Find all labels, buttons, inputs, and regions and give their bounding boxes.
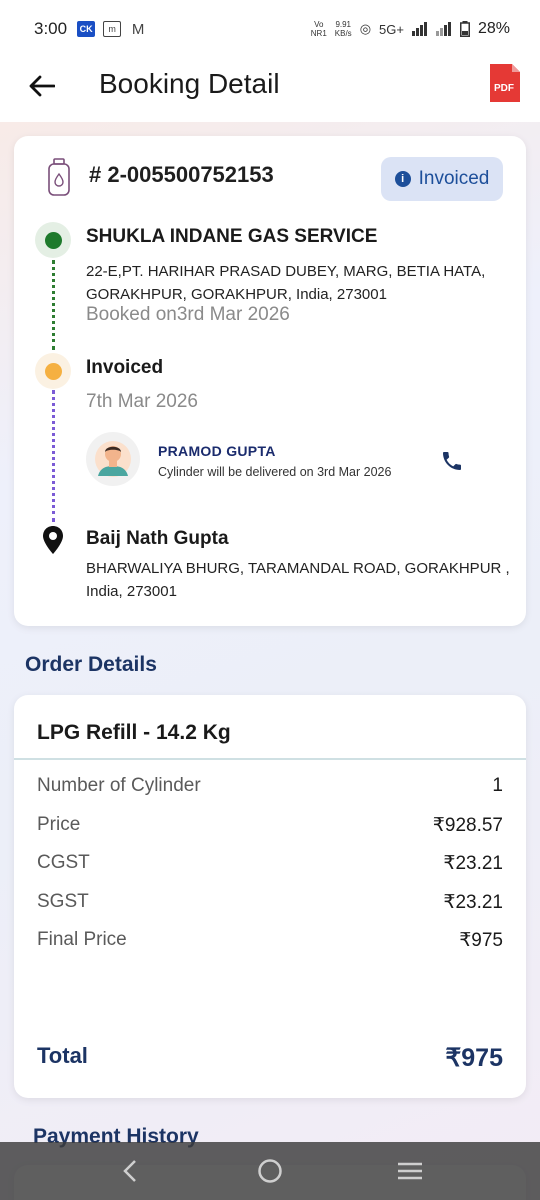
total-label: Total bbox=[37, 1043, 88, 1068]
arrow-left-icon bbox=[29, 75, 55, 97]
status-time: 3:00 bbox=[34, 19, 68, 38]
pdf-label: PDF bbox=[494, 83, 514, 94]
avatar bbox=[86, 432, 140, 486]
battery-icon bbox=[459, 21, 470, 37]
signal-2-icon bbox=[435, 22, 451, 36]
row-value: ₹928.57 bbox=[432, 815, 503, 836]
system-icons: Vo NR1 9.91 KB/s ◎ 5G+ 28% bbox=[311, 20, 510, 38]
row-label: CGST bbox=[37, 852, 90, 873]
app-header: Booking Detail PDF bbox=[0, 58, 540, 122]
order-row: SGST ₹23.21 bbox=[37, 891, 503, 914]
timeline-connector bbox=[52, 260, 55, 350]
nav-recents-button[interactable] bbox=[390, 1151, 430, 1191]
battery-percent: 28% bbox=[477, 20, 510, 37]
booking-card: # 2-005500752153 i Invoiced SHUKLA INDAN… bbox=[14, 136, 526, 626]
gmail-icon: M bbox=[131, 20, 145, 38]
volte-indicator: Vo NR1 bbox=[310, 20, 327, 38]
menu-lines-icon bbox=[398, 1162, 422, 1180]
status-label: Invoiced bbox=[418, 168, 490, 189]
row-value: ₹23.21 bbox=[443, 853, 503, 874]
nav-home-button[interactable] bbox=[250, 1151, 290, 1191]
distributor-name: SHUKLA INDANE GAS SERVICE bbox=[86, 226, 378, 247]
divider bbox=[14, 758, 526, 760]
booked-on-date: Booked on3rd Mar 2026 bbox=[86, 304, 290, 325]
network-type: 5G+ bbox=[379, 21, 404, 37]
order-details-title: Order Details bbox=[25, 653, 157, 676]
row-label: Number of Cylinder bbox=[37, 775, 201, 796]
nav-back-button[interactable] bbox=[110, 1151, 150, 1191]
order-card: LPG Refill - 14.2 Kg Number of Cylinder … bbox=[14, 695, 526, 1098]
ck-app-icon: CK bbox=[77, 21, 96, 37]
order-row: Price ₹928.57 bbox=[37, 814, 503, 837]
status-bar: 3:00 CK m M Vo NR1 9.91 KB/s ◎ 5G+ 28% bbox=[0, 0, 540, 58]
distributor-address: 22-E,PT. HARIHAR PRASAD DUBEY, MARG, BET… bbox=[86, 263, 486, 303]
back-button[interactable] bbox=[26, 70, 58, 102]
timeline-connector bbox=[52, 390, 55, 522]
row-label: Price bbox=[37, 814, 81, 835]
product-name: LPG Refill - 14.2 Kg bbox=[37, 721, 231, 744]
customer-address: BHARWALIYA BHURG, TARAMANDAL ROAD, GORAK… bbox=[86, 560, 510, 600]
call-button[interactable] bbox=[440, 449, 464, 473]
row-label: SGST bbox=[37, 891, 89, 912]
status-badge: i Invoiced bbox=[381, 157, 503, 201]
delivery-agent-name: PRAMOD GUPTA bbox=[158, 443, 276, 459]
delivery-note: Cylinder will be delivered on 3rd Mar 20… bbox=[158, 465, 392, 479]
order-row: CGST ₹23.21 bbox=[37, 852, 503, 875]
total-value: ₹975 bbox=[445, 1044, 503, 1072]
customer-name: Baij Nath Gupta bbox=[86, 528, 229, 549]
page-title: Booking Detail bbox=[99, 68, 280, 99]
invoiced-date: 7th Mar 2026 bbox=[86, 391, 198, 412]
gas-cylinder-icon bbox=[48, 158, 70, 196]
invoiced-title: Invoiced bbox=[86, 357, 164, 378]
notification-icons: CK m M bbox=[77, 20, 147, 38]
order-row: Number of Cylinder 1 bbox=[37, 775, 503, 797]
booking-id: # 2-005500752153 bbox=[89, 162, 274, 187]
order-row: Final Price ₹975 bbox=[37, 929, 503, 952]
location-pin-icon bbox=[43, 526, 63, 554]
row-value: 1 bbox=[492, 775, 503, 796]
pdf-download-button[interactable]: PDF bbox=[488, 62, 522, 104]
timeline-dot-invoiced bbox=[35, 353, 71, 389]
row-label: Final Price bbox=[37, 929, 127, 950]
system-nav-bar bbox=[0, 1142, 540, 1200]
row-value: ₹975 bbox=[459, 930, 503, 951]
message-app-icon: m bbox=[103, 21, 122, 37]
home-circle-icon bbox=[258, 1159, 282, 1183]
delivery-agent-avatar-icon bbox=[95, 441, 131, 477]
chevron-left-icon bbox=[123, 1160, 136, 1182]
signal-icon bbox=[411, 22, 427, 36]
phone-icon bbox=[443, 452, 461, 470]
row-value: ₹23.21 bbox=[443, 892, 503, 913]
total-row: Total ₹975 bbox=[37, 1043, 503, 1073]
hotspot-icon: ◎ bbox=[359, 21, 372, 36]
net-speed-indicator: 9.91 KB/s bbox=[334, 20, 352, 38]
info-icon: i bbox=[394, 171, 411, 187]
timeline-dot-booked bbox=[35, 222, 71, 258]
